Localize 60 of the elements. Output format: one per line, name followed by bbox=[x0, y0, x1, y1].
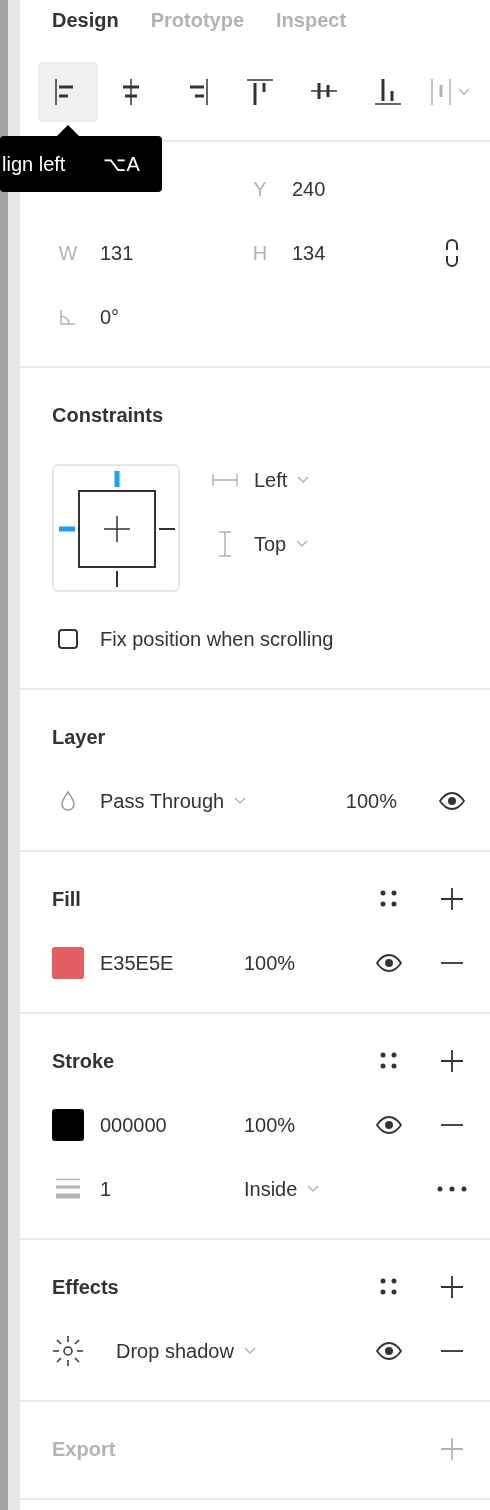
style-dots-icon[interactable] bbox=[379, 1277, 399, 1297]
stroke-weight-field[interactable]: 1 bbox=[100, 1177, 244, 1201]
field-label: H bbox=[251, 241, 269, 265]
checkbox[interactable] bbox=[58, 629, 78, 649]
chevron-icon bbox=[297, 476, 310, 484]
plus-icon[interactable] bbox=[440, 887, 464, 911]
more-icon[interactable] bbox=[437, 1186, 467, 1192]
horizontal-constraint-icon bbox=[212, 473, 238, 487]
angle-icon bbox=[60, 309, 76, 325]
effect-type-dropdown[interactable]: Drop shadow bbox=[116, 1339, 256, 1363]
sun-icon[interactable] bbox=[52, 1335, 84, 1367]
stroke-weight-icon bbox=[56, 1178, 80, 1200]
minus-icon[interactable] bbox=[440, 1123, 464, 1127]
chevron-icon bbox=[296, 540, 309, 548]
shortcut-label: ⌥A bbox=[103, 152, 140, 176]
field-label: W bbox=[57, 241, 79, 265]
style-dots-icon[interactable] bbox=[379, 1051, 399, 1071]
chevron-icon bbox=[307, 1185, 320, 1193]
style-dots-icon[interactable] bbox=[379, 889, 399, 909]
section-title: Stroke bbox=[52, 1049, 116, 1073]
pin-marker[interactable] bbox=[159, 528, 175, 530]
plus-icon[interactable] bbox=[440, 1275, 464, 1299]
opacity-field[interactable]: 100% bbox=[345, 789, 397, 813]
height-field[interactable]: 134 bbox=[292, 241, 436, 265]
stroke-align-dropdown[interactable]: Inside bbox=[244, 1177, 320, 1201]
broken-link-icon[interactable] bbox=[445, 239, 459, 267]
opacity-field[interactable]: 100% bbox=[244, 1113, 296, 1137]
pin-marker[interactable] bbox=[116, 571, 118, 587]
vertical-constraint-icon bbox=[218, 531, 232, 557]
minus-icon[interactable] bbox=[440, 961, 464, 965]
checkbox-label[interactable]: Fix position when scrolling bbox=[100, 627, 334, 651]
section-title: Effects bbox=[52, 1275, 120, 1299]
field-label: Y bbox=[252, 177, 268, 201]
horizontal-constraint-dropdown[interactable]: Left bbox=[254, 468, 310, 492]
width-field[interactable]: 131 bbox=[100, 241, 244, 265]
hex-field[interactable]: 000000 bbox=[100, 1113, 244, 1137]
color-swatch[interactable] bbox=[52, 947, 84, 979]
blend-mode-dropdown[interactable]: Pass Through bbox=[100, 789, 247, 813]
constraint-widget[interactable] bbox=[52, 464, 180, 592]
chevron-icon bbox=[234, 797, 247, 805]
section-title: Layer bbox=[52, 725, 107, 749]
section-title: Constraints bbox=[52, 403, 165, 427]
hex-field[interactable]: E35E5E bbox=[100, 951, 244, 975]
tooltip-label: lign left bbox=[2, 152, 66, 176]
align-button[interactable] bbox=[38, 62, 98, 122]
frame-square-icon bbox=[78, 490, 156, 568]
y-field[interactable]: 240 bbox=[292, 177, 468, 201]
pin-marker[interactable] bbox=[114, 471, 120, 487]
section-title: Export bbox=[52, 1437, 117, 1461]
rotation-field[interactable]: 0° bbox=[100, 305, 244, 329]
pin-marker[interactable] bbox=[59, 526, 75, 532]
chevron-icon bbox=[243, 1347, 256, 1355]
opacity-field[interactable]: 100% bbox=[244, 951, 296, 975]
panel-tab[interactable]: Design bbox=[52, 8, 119, 32]
color-swatch[interactable] bbox=[52, 1109, 84, 1141]
section-title: Fill bbox=[52, 887, 82, 911]
drop-icon bbox=[60, 791, 76, 811]
vertical-constraint-dropdown[interactable]: Top bbox=[254, 532, 309, 556]
minus-icon[interactable] bbox=[440, 1349, 464, 1353]
plus-icon[interactable] bbox=[440, 1049, 464, 1073]
